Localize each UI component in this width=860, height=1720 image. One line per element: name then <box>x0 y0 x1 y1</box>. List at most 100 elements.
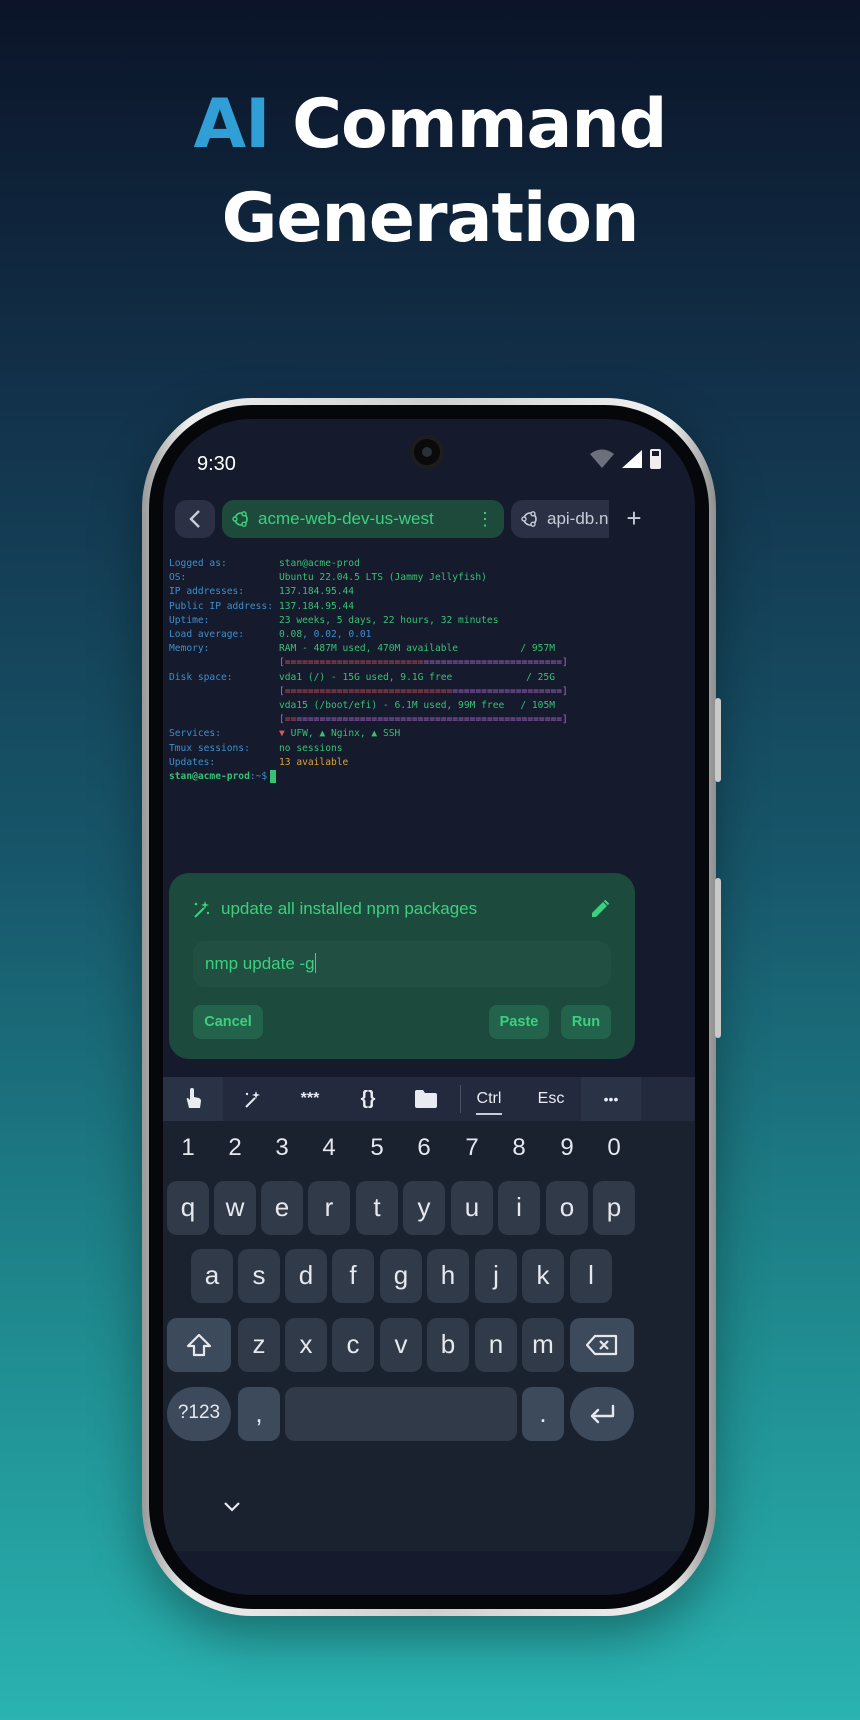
headline-line-1: AI Command <box>0 78 860 172</box>
key-e[interactable]: e <box>261 1181 303 1235</box>
text-caret <box>314 953 316 973</box>
key-x[interactable]: x <box>285 1318 327 1372</box>
tab-label: api-db.n <box>547 509 609 528</box>
password-button[interactable]: *** <box>281 1077 339 1121</box>
key-u[interactable]: u <box>451 1181 493 1235</box>
key-f[interactable]: f <box>332 1249 374 1303</box>
snippets-button[interactable]: {} <box>339 1077 397 1121</box>
key-g[interactable]: g <box>380 1249 422 1303</box>
key-t[interactable]: t <box>356 1181 398 1235</box>
key-a[interactable]: a <box>191 1249 233 1303</box>
hide-keyboard-chevron-icon[interactable] <box>219 1497 245 1515</box>
back-button[interactable] <box>175 500 215 538</box>
key-p[interactable]: p <box>593 1181 635 1235</box>
soft-keyboard: 1 2 3 4 5 6 7 8 9 0 q w e r t y u i o p … <box>163 1121 695 1551</box>
terminal-row: IP addresses: 137.184.95.44 <box>169 586 355 598</box>
shift-key[interactable] <box>167 1318 231 1372</box>
headline-accent: AI <box>193 85 271 164</box>
enter-key[interactable] <box>570 1387 634 1441</box>
key-2[interactable]: 2 <box>212 1125 258 1171</box>
chevron-left-icon <box>189 510 200 528</box>
terminal-row: vda15 (/boot/efi) - 6.1M used, 99M free /… <box>279 700 555 712</box>
phone-side-button-lower <box>715 878 721 1038</box>
key-5[interactable]: 5 <box>354 1125 400 1171</box>
files-button[interactable] <box>397 1077 455 1121</box>
paste-button[interactable]: Paste <box>489 1005 549 1039</box>
terminal-prompt: stan@acme-prod:~$ <box>169 770 669 784</box>
terminal-row: Updates: 13 available <box>169 756 349 768</box>
wifi-icon <box>590 449 614 468</box>
key-1[interactable]: 1 <box>165 1125 211 1171</box>
magic-wand-icon <box>194 901 210 918</box>
key-w[interactable]: w <box>214 1181 256 1235</box>
key-o[interactable]: o <box>546 1181 588 1235</box>
shift-icon <box>186 1333 212 1357</box>
esc-key[interactable]: Esc <box>523 1077 579 1121</box>
key-z[interactable]: z <box>238 1318 280 1372</box>
key-6[interactable]: 6 <box>401 1125 447 1171</box>
key-r[interactable]: r <box>308 1181 350 1235</box>
tab-menu-icon[interactable]: ⋮ <box>476 500 494 538</box>
key-h[interactable]: h <box>427 1249 469 1303</box>
key-c[interactable]: c <box>332 1318 374 1372</box>
key-l[interactable]: l <box>570 1249 612 1303</box>
terminal-row: Tmux sessions: no sessions <box>169 742 343 754</box>
space-key[interactable] <box>285 1387 517 1441</box>
symbols-key[interactable]: ?123 <box>167 1387 231 1441</box>
ai-prompt-row: update all installed npm packages <box>191 897 611 921</box>
key-n[interactable]: n <box>475 1318 517 1372</box>
tab-acme-web-dev[interactable]: acme-web-dev-us-west ⋮ <box>222 500 504 538</box>
terminal-row: Public IP address: 137.184.95.44 <box>169 600 355 612</box>
terminal-row: Load average: 0.08, 0.02, 0.01 <box>169 629 372 641</box>
terminal-row: Services: ▼ UFW, ▲ Nginx, ▲ SSH <box>169 728 401 740</box>
phone-screen: 9:30 acme-web-dev-us-west ⋮ api-db.n + L… <box>163 419 695 1595</box>
hand-pointer-icon <box>186 1088 201 1108</box>
key-7[interactable]: 7 <box>449 1125 495 1171</box>
key-b[interactable]: b <box>427 1318 469 1372</box>
key-q[interactable]: q <box>167 1181 209 1235</box>
key-3[interactable]: 3 <box>259 1125 305 1171</box>
ai-magic-button[interactable] <box>223 1077 281 1121</box>
status-icons <box>590 449 661 469</box>
headline: AI Command Generation <box>0 78 860 266</box>
comma-key[interactable]: , <box>238 1387 280 1441</box>
status-bar: 9:30 <box>163 419 695 489</box>
key-i[interactable]: i <box>498 1181 540 1235</box>
ctrl-indicator <box>476 1113 502 1115</box>
disk-bar-vda1: [=======================================… <box>279 685 568 697</box>
more-button[interactable]: ••• <box>581 1077 641 1121</box>
run-button[interactable]: Run <box>561 1005 611 1039</box>
edit-pencil-icon[interactable] <box>589 898 611 920</box>
ai-prompt-text: update all installed npm packages <box>221 899 478 918</box>
ctrl-key[interactable]: Ctrl <box>468 1077 510 1121</box>
period-key[interactable]: . <box>522 1387 564 1441</box>
touch-mode-button[interactable] <box>163 1077 223 1121</box>
terminal-row: Disk space: vda1 (/) - 15G used, 9.1G fre… <box>169 671 555 683</box>
key-j[interactable]: j <box>475 1249 517 1303</box>
tab-api-db[interactable]: api-db.n <box>511 500 609 538</box>
phone-bezel: 9:30 acme-web-dev-us-west ⋮ api-db.n + L… <box>149 405 709 1609</box>
key-k[interactable]: k <box>522 1249 564 1303</box>
tab-label: acme-web-dev-us-west <box>258 509 434 528</box>
key-v[interactable]: v <box>380 1318 422 1372</box>
key-y[interactable]: y <box>403 1181 445 1235</box>
backspace-key[interactable] <box>570 1318 634 1372</box>
key-m[interactable]: m <box>522 1318 564 1372</box>
signal-icon <box>622 450 642 468</box>
key-9[interactable]: 9 <box>544 1125 590 1171</box>
status-time: 9:30 <box>197 453 236 475</box>
enter-icon <box>590 1404 615 1424</box>
key-0[interactable]: 0 <box>591 1125 637 1171</box>
memory-bar: [=======================================… <box>279 657 568 669</box>
add-tab-button[interactable]: + <box>619 500 649 538</box>
phone-frame: 9:30 acme-web-dev-us-west ⋮ api-db.n + L… <box>142 398 721 1616</box>
key-d[interactable]: d <box>285 1249 327 1303</box>
terminal-toolbar: *** {} Ctrl Esc ••• <box>163 1077 695 1121</box>
cancel-button[interactable]: Cancel <box>193 1005 263 1039</box>
session-tabs: acme-web-dev-us-west ⋮ api-db.n + <box>175 500 655 538</box>
terminal-output[interactable]: Logged as: stan@acme-prod OS: Ubuntu 22.04… <box>169 557 669 784</box>
key-8[interactable]: 8 <box>496 1125 542 1171</box>
key-4[interactable]: 4 <box>306 1125 352 1171</box>
generated-command-input[interactable]: nmp update -g <box>193 941 611 987</box>
key-s[interactable]: s <box>238 1249 280 1303</box>
